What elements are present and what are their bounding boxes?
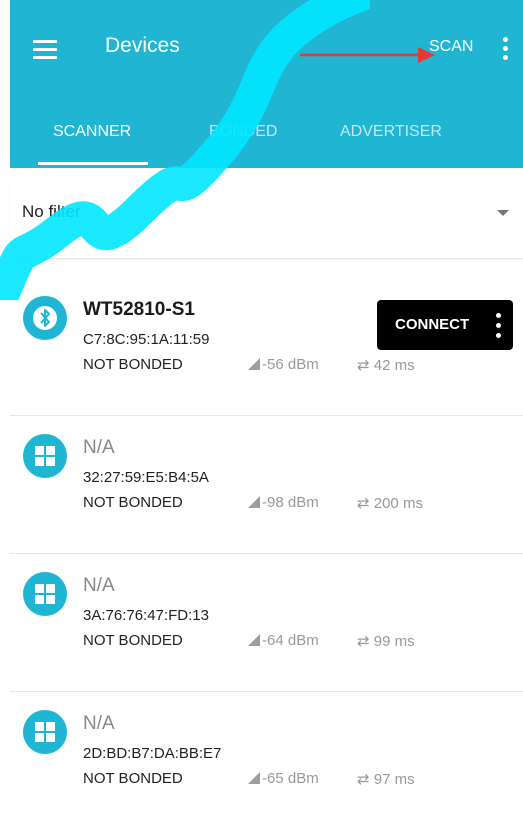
rssi: -65 dBm	[248, 770, 319, 787]
device-mac: 32:27:59:E5:B4:5A	[83, 469, 209, 486]
signal-icon	[248, 496, 260, 508]
bond-status: NOT BONDED	[83, 356, 183, 373]
overflow-menu-icon[interactable]	[500, 34, 510, 64]
bond-status: NOT BONDED	[83, 770, 183, 787]
signal-icon	[248, 772, 260, 784]
device-name: WT52810-S1	[83, 299, 195, 320]
tab-bar: SCANNER BONDED ADVERTISER	[20, 112, 523, 168]
windows-icon	[23, 434, 67, 478]
device-mac: 3A:76:76:47:FD:13	[83, 607, 209, 624]
signal-icon	[248, 634, 260, 646]
windows-icon	[23, 572, 67, 616]
page-title: Devices	[105, 34, 180, 57]
connect-button[interactable]: CONNECT	[377, 300, 513, 350]
dropdown-arrow-icon[interactable]	[497, 210, 509, 216]
interval: ⇄ 200 ms	[357, 495, 423, 512]
windows-icon	[23, 710, 67, 754]
tab-scanner[interactable]: SCANNER	[53, 123, 131, 141]
interval: ⇄ 99 ms	[357, 633, 415, 650]
interval: ⇄ 97 ms	[357, 771, 415, 788]
tab-advertiser[interactable]: ADVERTISER	[340, 123, 442, 141]
rssi: -64 dBm	[248, 632, 319, 649]
rssi: -98 dBm	[248, 494, 319, 511]
connect-label: CONNECT	[395, 316, 470, 333]
device-row[interactable]: N/A 32:27:59:E5:B4:5A NOT BONDED -98 dBm…	[10, 416, 523, 554]
device-row[interactable]: N/A 3A:76:76:47:FD:13 NOT BONDED -64 dBm…	[10, 554, 523, 692]
interval: ⇄ 42 ms	[357, 357, 415, 374]
scan-button[interactable]: SCAN	[429, 38, 473, 56]
bond-status: NOT BONDED	[83, 632, 183, 649]
device-name: N/A	[83, 713, 115, 734]
bond-status: NOT BONDED	[83, 494, 183, 511]
rssi: -56 dBm	[248, 356, 319, 373]
device-name: N/A	[83, 437, 115, 458]
device-name: N/A	[83, 575, 115, 596]
filter-label: No filter	[22, 202, 81, 221]
tab-bonded[interactable]: BONDED	[209, 123, 277, 141]
tab-indicator	[38, 162, 148, 165]
app-bar: Devices SCAN SCANNER BONDED ADVERTISER	[10, 0, 523, 168]
device-mac: 2D:BD:B7:DA:BB:E7	[83, 745, 222, 762]
device-mac: C7:8C:95:1A:11:59	[83, 331, 210, 348]
device-row[interactable]: N/A 2D:BD:B7:DA:BB:E7 NOT BONDED -65 dBm…	[10, 692, 523, 829]
signal-icon	[248, 358, 260, 370]
connect-menu-icon[interactable]	[495, 311, 503, 341]
annotation-arrow-icon	[300, 47, 435, 63]
bluetooth-icon	[23, 296, 67, 340]
filter-bar[interactable]: No filter	[10, 180, 523, 259]
menu-icon[interactable]	[33, 40, 61, 62]
